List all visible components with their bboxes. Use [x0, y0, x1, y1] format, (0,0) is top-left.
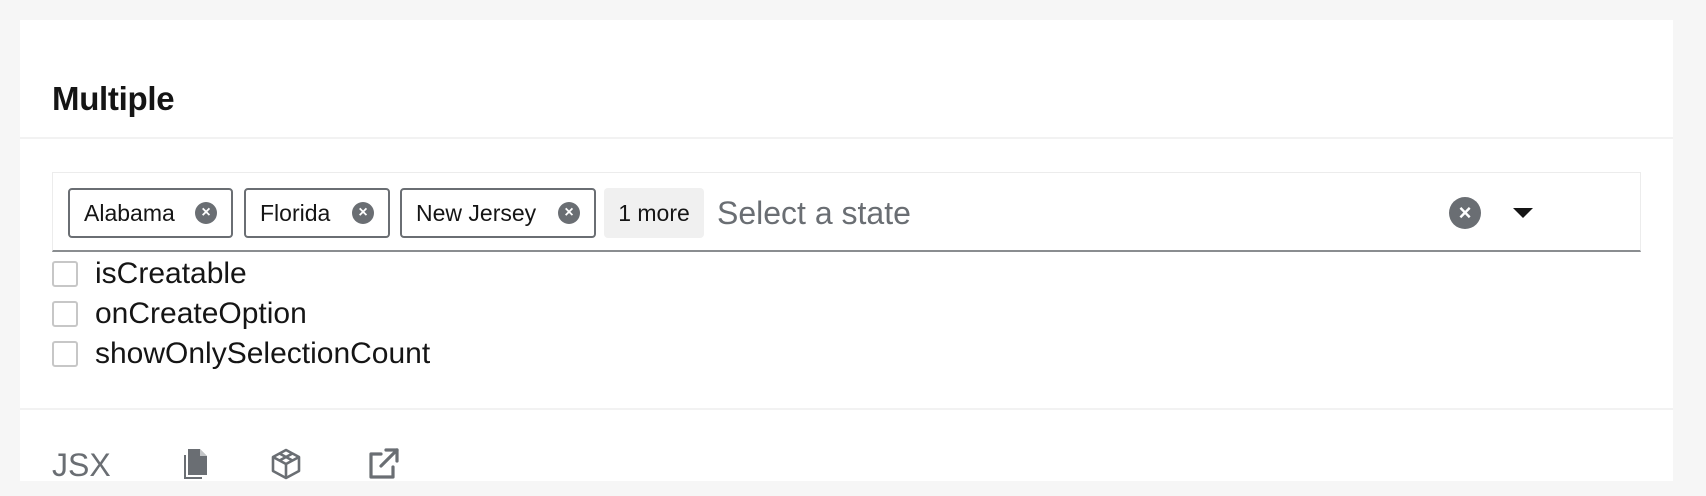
chip-label: Alabama: [84, 199, 175, 226]
example-card: Multiple Alabama × Florida × New Jersey …: [20, 20, 1673, 483]
checkbox-label: isCreatable: [95, 257, 247, 290]
toggle-menu-button[interactable]: [1507, 197, 1539, 229]
chip-alabama: Alabama ×: [68, 188, 233, 238]
divider: [20, 408, 1673, 410]
chip-new-jersey: New Jersey ×: [400, 188, 596, 238]
language-label[interactable]: JSX: [52, 445, 111, 485]
option-oncreateoption[interactable]: onCreateOption: [52, 296, 307, 332]
close-circle-icon[interactable]: ×: [558, 202, 580, 224]
close-circle-icon[interactable]: ×: [195, 202, 217, 224]
option-showonlyselectioncount[interactable]: showOnlySelectionCount: [52, 336, 430, 372]
checkbox[interactable]: [52, 301, 78, 327]
checkbox-label: showOnlySelectionCount: [95, 337, 431, 370]
state-search-input[interactable]: [717, 191, 1417, 235]
caret-down-icon: [1513, 208, 1533, 218]
external-link-icon[interactable]: [365, 446, 401, 482]
chip-label: Florida: [260, 199, 331, 226]
more-chips-button[interactable]: 1 more: [604, 188, 704, 238]
close-circle-icon: ×: [1458, 200, 1472, 225]
state-select[interactable]: Alabama × Florida × New Jersey × 1 more …: [52, 172, 1641, 252]
codesandbox-icon[interactable]: [268, 446, 304, 482]
card-title: Multiple: [52, 80, 175, 117]
divider: [20, 137, 1673, 139]
option-iscreatable[interactable]: isCreatable: [52, 256, 247, 292]
copy-icon[interactable]: [176, 446, 212, 482]
checkbox[interactable]: [52, 261, 78, 287]
chip-label: New Jersey: [416, 199, 537, 226]
close-circle-icon[interactable]: ×: [352, 202, 374, 224]
clear-selection-button[interactable]: ×: [1449, 197, 1481, 229]
checkbox-label: onCreateOption: [95, 297, 307, 330]
chip-florida: Florida ×: [244, 188, 390, 238]
checkbox[interactable]: [52, 341, 78, 367]
